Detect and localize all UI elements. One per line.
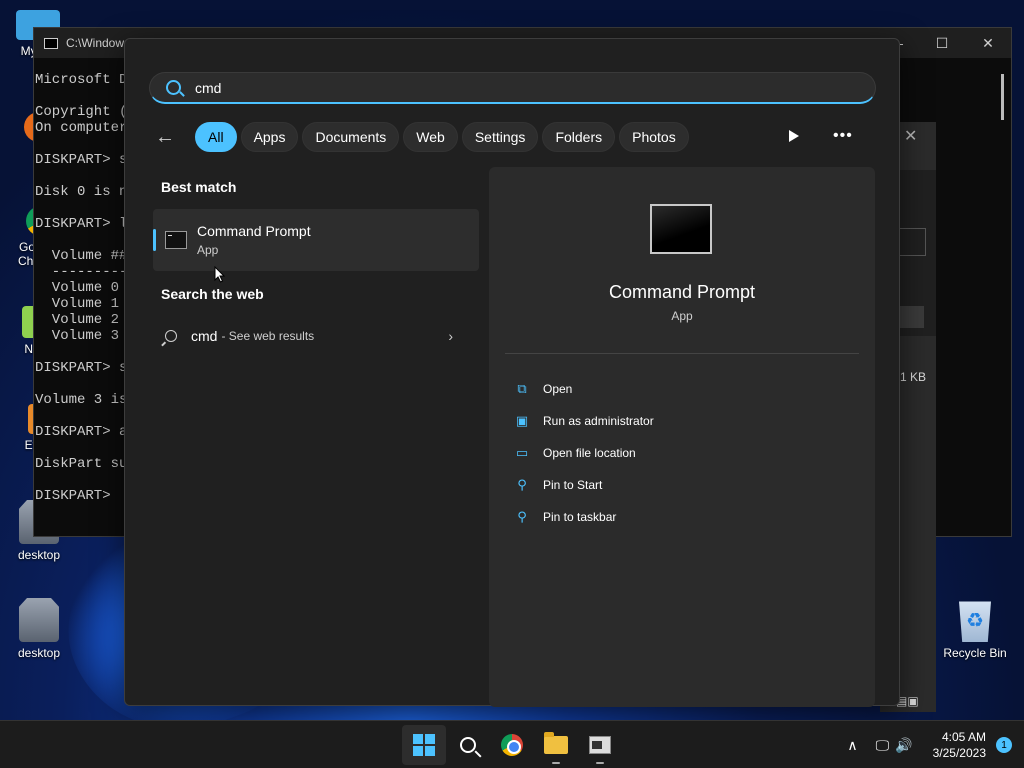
filter-bar: ← All Apps Documents Web Settings Folder… [155, 122, 693, 152]
chrome-icon [501, 734, 523, 756]
search-icon [460, 737, 476, 753]
app-preview-pane: Command Prompt App ⧉ Open ▣ Run as admin… [489, 167, 875, 707]
filter-apps[interactable]: Apps [240, 122, 299, 152]
clock-time: 4:05 AM [941, 730, 986, 744]
notification-badge[interactable]: 1 [996, 737, 1012, 753]
taskbar-search-button[interactable] [446, 725, 490, 765]
running-indicator [552, 762, 560, 764]
windows-logo-icon [413, 734, 435, 756]
preview-app-type: App [671, 309, 693, 323]
console-scrollbar[interactable] [1001, 74, 1004, 120]
clock[interactable]: 4:05 AM 3/25/2023 [933, 729, 986, 761]
filter-photos[interactable]: Photos [619, 122, 689, 152]
chevron-up-icon[interactable]: ∧ [847, 737, 857, 754]
start-button[interactable] [402, 725, 446, 765]
more-options-icon[interactable]: ••• [833, 127, 853, 145]
action-label: Open [543, 382, 573, 396]
back-arrow-icon[interactable]: ← [155, 126, 195, 149]
action-run-as-administrator[interactable]: ▣ Run as administrator [515, 405, 654, 437]
running-indicator [596, 762, 604, 764]
desktop-icon-label: Recycle Bin [943, 646, 1007, 660]
divider [505, 353, 859, 354]
taskbar-apps [402, 725, 622, 765]
console-app-icon [44, 37, 58, 49]
taskbar: ∧ 🖵🔊 4:05 AM 3/25/2023 1 [0, 720, 1024, 768]
preview-actions: ⧉ Open ▣ Run as administrator ▭ Open fil… [515, 373, 654, 533]
background-row [900, 306, 924, 328]
recycle-bin-icon [959, 601, 991, 642]
desktop-icon-label: desktop [17, 646, 61, 660]
filter-folders[interactable]: Folders [542, 122, 616, 152]
search-icon [166, 80, 181, 95]
filter-documents[interactable]: Documents [302, 122, 400, 152]
close-icon[interactable]: ✕ [904, 126, 917, 146]
filter-actions: ••• [789, 127, 853, 145]
action-label: Pin to taskbar [543, 510, 617, 524]
web-search-result[interactable]: cmd - See web results › [165, 323, 465, 349]
web-query: cmd [191, 328, 218, 344]
filter-settings[interactable]: Settings [461, 122, 539, 152]
settings-file-icon [19, 598, 59, 642]
desktop-icon-label: desktop [17, 548, 61, 562]
action-label: Open file location [543, 446, 636, 460]
chevron-right-icon: › [448, 328, 453, 344]
search-web-heading: Search the web [161, 286, 264, 302]
admin-icon: ▣ [515, 413, 529, 428]
desktop-icon-label: Go Chr [18, 240, 38, 268]
clock-date: 3/25/2023 [932, 746, 986, 760]
play-icon[interactable] [789, 130, 799, 142]
action-open-file-location[interactable]: ▭ Open file location [515, 437, 654, 469]
open-icon: ⧉ [517, 381, 527, 396]
action-open[interactable]: ⧉ Open [515, 373, 654, 405]
command-prompt-icon [165, 231, 187, 249]
taskbar-file-explorer[interactable] [534, 725, 578, 765]
taskbar-console[interactable] [578, 725, 622, 765]
pin-icon: ⚲ [517, 509, 527, 524]
pin-icon: ⚲ [517, 477, 527, 492]
taskbar-chrome[interactable] [490, 725, 534, 765]
background-search-box[interactable] [900, 228, 926, 256]
selection-accent [153, 229, 156, 251]
action-label: Pin to Start [543, 478, 603, 492]
preview-app-name: Command Prompt [608, 282, 756, 302]
web-query-suffix: - See web results [221, 329, 315, 343]
close-icon[interactable]: ✕ [965, 28, 1011, 58]
file-explorer-icon [544, 732, 568, 754]
filter-web[interactable]: Web [403, 122, 458, 152]
search-input[interactable] [195, 79, 845, 96]
action-label: Run as administrator [543, 414, 654, 428]
best-match-type: App [197, 243, 219, 257]
folder-icon: ▭ [515, 445, 529, 460]
filter-all[interactable]: All [195, 122, 237, 152]
console-icon [589, 736, 611, 754]
console-title: C:\Windows [66, 36, 131, 50]
system-tray: ∧ 🖵🔊 4:05 AM 3/25/2023 1 [847, 721, 1024, 768]
best-match-heading: Best match [161, 179, 237, 195]
desktop-icon-desktop-2[interactable]: desktop [1, 598, 77, 660]
start-menu-search: ← All Apps Documents Web Settings Folder… [124, 38, 900, 707]
action-pin-to-taskbar[interactable]: ⚲ Pin to taskbar [515, 501, 654, 533]
search-icon [165, 330, 177, 342]
command-prompt-large-icon [650, 204, 712, 254]
network-volume-icons[interactable]: 🖵🔊 [876, 737, 919, 754]
best-match-name: Command Prompt [197, 223, 311, 239]
desktop-icon-recycle-bin[interactable]: Recycle Bin [937, 598, 1013, 660]
file-size-text: 1 KB [900, 370, 927, 384]
action-pin-to-start[interactable]: ⚲ Pin to Start [515, 469, 654, 501]
best-match-command-prompt[interactable]: Command Prompt App [153, 209, 479, 271]
maximize-icon[interactable]: ☐ [919, 28, 965, 58]
search-box[interactable] [149, 72, 876, 104]
